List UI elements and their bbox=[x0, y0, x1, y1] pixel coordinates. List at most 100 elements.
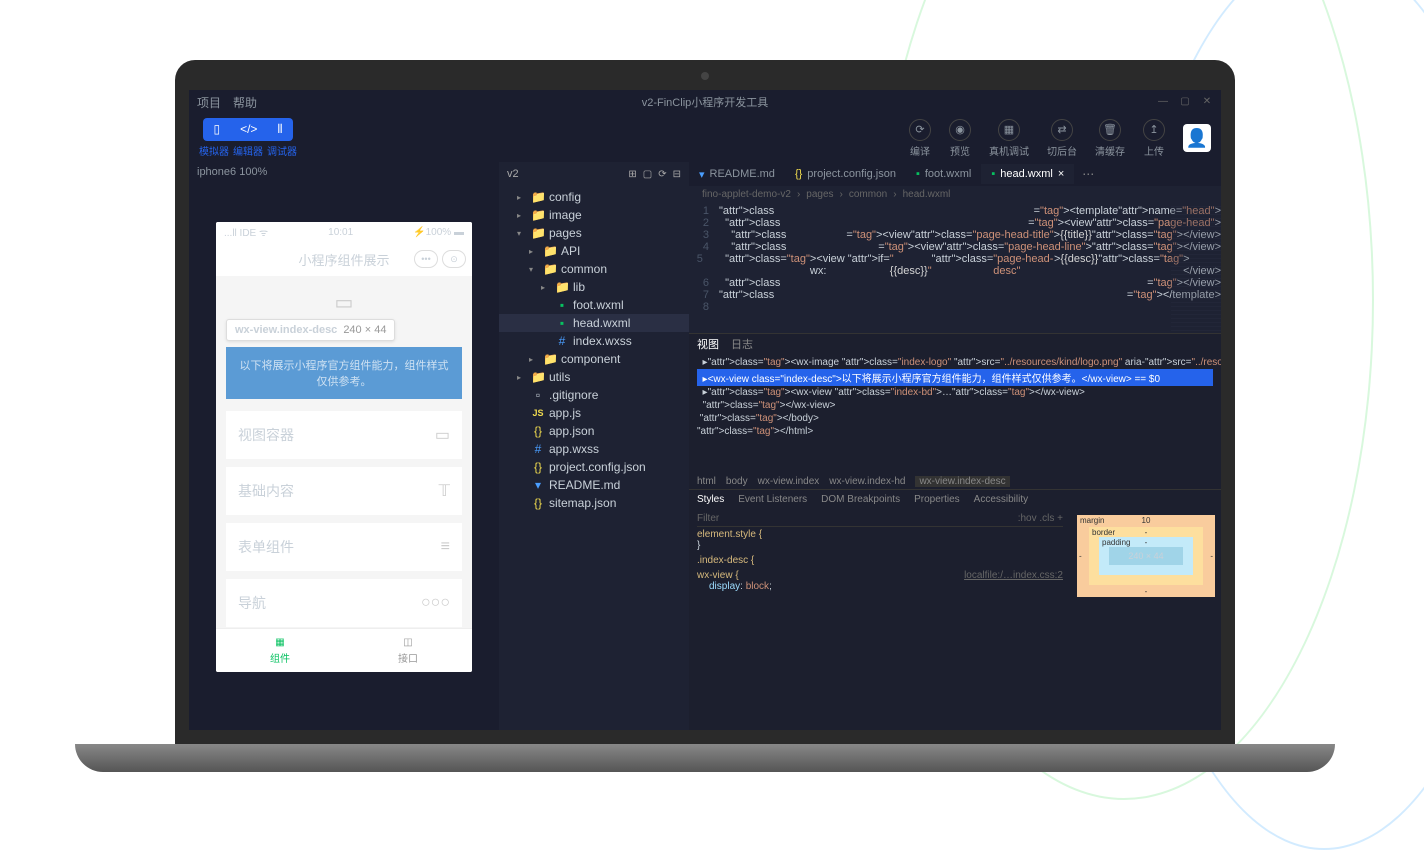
css-rule[interactable]: .index-desc {</span></div><div class="st… bbox=[697, 553, 1063, 568]
dom-inspector[interactable]: ▸"attr">class="tag"><wx-image "attr">cla… bbox=[689, 354, 1221, 474]
compile-button[interactable]: ⟳编译 bbox=[909, 119, 931, 158]
component-category-item[interactable]: 视图容器▭ bbox=[226, 411, 462, 459]
dom-path-segment[interactable]: wx-view.index-hd bbox=[829, 476, 905, 487]
css-rule[interactable]: wx-view {localfile:/…index.css:2display:… bbox=[697, 568, 1063, 594]
json-icon: {} bbox=[531, 424, 545, 438]
file-node[interactable]: {}project.config.json bbox=[499, 458, 689, 476]
styles-subtab[interactable]: Event Listeners bbox=[738, 494, 807, 505]
folder-node[interactable]: ▾📁pages bbox=[499, 224, 689, 242]
file-node[interactable]: #app.wxss bbox=[499, 440, 689, 458]
background-button[interactable]: ⇄切后台 bbox=[1047, 119, 1077, 158]
tab-components[interactable]: ▦组件 bbox=[216, 629, 344, 672]
folder-node[interactable]: ▾📁common bbox=[499, 260, 689, 278]
collapse-icon[interactable]: ⊟ bbox=[673, 169, 681, 180]
editor-tab[interactable]: ▪foot.wxml bbox=[906, 164, 981, 184]
menu-project[interactable]: 项目 bbox=[197, 94, 221, 111]
styles-panel[interactable]: Filter :hov .cls + element.style {}.inde… bbox=[689, 509, 1071, 730]
dom-node[interactable]: ▸<wx-view class="index-desc">以下将展示小程序官方组… bbox=[697, 369, 1213, 386]
upload-button[interactable]: ↥上传 bbox=[1143, 119, 1165, 158]
close-icon[interactable]: × bbox=[1058, 168, 1064, 180]
mode-editor-button[interactable]: </> bbox=[230, 118, 267, 141]
filter-input[interactable]: Filter bbox=[697, 513, 719, 524]
clear-cache-button[interactable]: 🗑清缓存 bbox=[1095, 119, 1125, 158]
styles-subtab[interactable]: Styles bbox=[697, 494, 724, 505]
dom-node[interactable]: "attr">class="tag"></wx-view> bbox=[697, 399, 1213, 412]
breadcrumb-segment[interactable]: pages bbox=[806, 189, 833, 200]
mode-debugger-button[interactable]: ⫴ bbox=[267, 118, 292, 141]
component-category-item[interactable]: 表单组件≡ bbox=[226, 523, 462, 571]
tabs-overflow[interactable]: ⋯ bbox=[1074, 167, 1102, 181]
file-node[interactable]: ▪head.wxml bbox=[499, 314, 689, 332]
minimap[interactable] bbox=[1171, 203, 1221, 333]
editor-tab[interactable]: {}project.config.json bbox=[785, 164, 906, 184]
maximize-button[interactable]: ▢ bbox=[1179, 96, 1191, 108]
styles-subtab[interactable]: Properties bbox=[914, 494, 960, 505]
nav-close-button[interactable]: ⊙ bbox=[442, 250, 466, 268]
breadcrumb-segment[interactable]: fino-applet-demo-v2 bbox=[702, 189, 791, 200]
api-icon: ◫ bbox=[403, 637, 412, 648]
nav-more-button[interactable]: ••• bbox=[414, 250, 438, 268]
dom-path-segment[interactable]: wx-view.index-desc bbox=[915, 476, 1009, 487]
file-node[interactable]: {}sitemap.json bbox=[499, 494, 689, 512]
file-node[interactable]: ▪foot.wxml bbox=[499, 296, 689, 314]
breadcrumb-segment[interactable]: head.wxml bbox=[903, 189, 951, 200]
tab-api[interactable]: ◫接口 bbox=[344, 629, 472, 672]
avatar[interactable]: 👤 bbox=[1183, 124, 1211, 152]
json-icon: {} bbox=[531, 460, 545, 474]
refresh-icon[interactable]: ⟳ bbox=[658, 169, 666, 180]
file-node[interactable]: #index.wxss bbox=[499, 332, 689, 350]
file-node[interactable]: ▫.gitignore bbox=[499, 386, 689, 404]
dom-path-segment[interactable]: wx-view.index bbox=[758, 476, 820, 487]
dom-node[interactable]: "attr">class="tag"></body> bbox=[697, 412, 1213, 425]
dom-node[interactable]: ▸"attr">class="tag"><wx-image "attr">cla… bbox=[697, 356, 1213, 369]
folder-node[interactable]: ▸📁config bbox=[499, 188, 689, 206]
file-node[interactable]: JSapp.js bbox=[499, 404, 689, 422]
close-button[interactable]: ✕ bbox=[1201, 96, 1213, 108]
new-folder-icon[interactable]: ▢ bbox=[643, 169, 652, 180]
css-rule[interactable]: element.style {} bbox=[697, 527, 1063, 553]
styles-subtab[interactable]: DOM Breakpoints bbox=[821, 494, 900, 505]
phone-simulator: ...ll IDE ᯤ 10:01 ⚡100% ▬ 小程序组件展示 ••• ⊙ bbox=[216, 222, 472, 672]
dom-path-segment[interactable]: html bbox=[697, 476, 716, 487]
component-category-item[interactable]: 基础内容𝕋 bbox=[226, 467, 462, 515]
code-editor[interactable]: 1"attr">class="tag"><template "attr">nam… bbox=[689, 203, 1221, 333]
folder-node[interactable]: ▸📁component bbox=[499, 350, 689, 368]
folder-node[interactable]: ▸📁API bbox=[499, 242, 689, 260]
styles-subtab[interactable]: Accessibility bbox=[974, 494, 1028, 505]
styles-tabs: Styles Event Listeners DOM Breakpoints Prop… bbox=[689, 489, 1221, 509]
main-layout: iphone6 100% ...ll IDE ᯤ 10:01 ⚡100% ▬ 小… bbox=[189, 162, 1221, 730]
folder-node[interactable]: ▸📁utils bbox=[499, 368, 689, 386]
breadcrumb: fino-applet-demo-v2›pages›common›head.wx… bbox=[689, 186, 1221, 203]
nav-title: 小程序组件展示 bbox=[298, 250, 389, 269]
tab-log[interactable]: 日志 bbox=[731, 336, 753, 352]
file-node[interactable]: {}app.json bbox=[499, 422, 689, 440]
folder-node[interactable]: ▸📁lib bbox=[499, 278, 689, 296]
folder-icon: 📁 bbox=[531, 190, 545, 204]
dom-node[interactable]: ▸"attr">class="tag"><wx-view "attr">clas… bbox=[697, 386, 1213, 399]
category-icon: ≡ bbox=[441, 538, 450, 556]
minimize-button[interactable]: — bbox=[1157, 96, 1169, 108]
tab-dom[interactable]: 视图 bbox=[697, 336, 719, 352]
dom-path-segment[interactable]: body bbox=[726, 476, 748, 487]
new-file-icon[interactable]: ⊞ bbox=[628, 169, 636, 180]
wxml-icon: ▪ bbox=[555, 316, 569, 330]
dom-node[interactable]: "attr">class="tag"></html> bbox=[697, 425, 1213, 438]
json-icon: {} bbox=[795, 168, 802, 180]
preview-button[interactable]: ◉预览 bbox=[949, 119, 971, 158]
wxml-icon: ▪ bbox=[916, 168, 920, 180]
breadcrumb-segment[interactable]: common bbox=[849, 189, 887, 200]
phone-nav-bar: 小程序组件展示 ••• ⊙ bbox=[216, 242, 472, 276]
status-signal: ...ll IDE ᯤ bbox=[224, 225, 268, 239]
remote-debug-button[interactable]: ▦真机调试 bbox=[989, 119, 1029, 158]
mode-simulator-button[interactable]: ▯ bbox=[203, 118, 230, 141]
file-node[interactable]: ▾README.md bbox=[499, 476, 689, 494]
filter-controls[interactable]: :hov .cls + bbox=[1018, 513, 1063, 524]
editor-tab[interactable]: ▾README.md bbox=[689, 164, 785, 185]
folder-node[interactable]: ▸📁image bbox=[499, 206, 689, 224]
file-icon: ▫ bbox=[531, 388, 545, 402]
editor-tab[interactable]: ▪head.wxml× bbox=[981, 164, 1074, 184]
component-category-item[interactable]: 导航○○○ bbox=[226, 579, 462, 627]
menu-help[interactable]: 帮助 bbox=[233, 94, 257, 111]
editor-area: ▾README.md{}project.config.json▪foot.wxm… bbox=[689, 162, 1221, 730]
laptop-frame: 项目 帮助 v2-FinClip小程序开发工具 — ▢ ✕ ▯ </> ⫴ bbox=[175, 60, 1235, 772]
